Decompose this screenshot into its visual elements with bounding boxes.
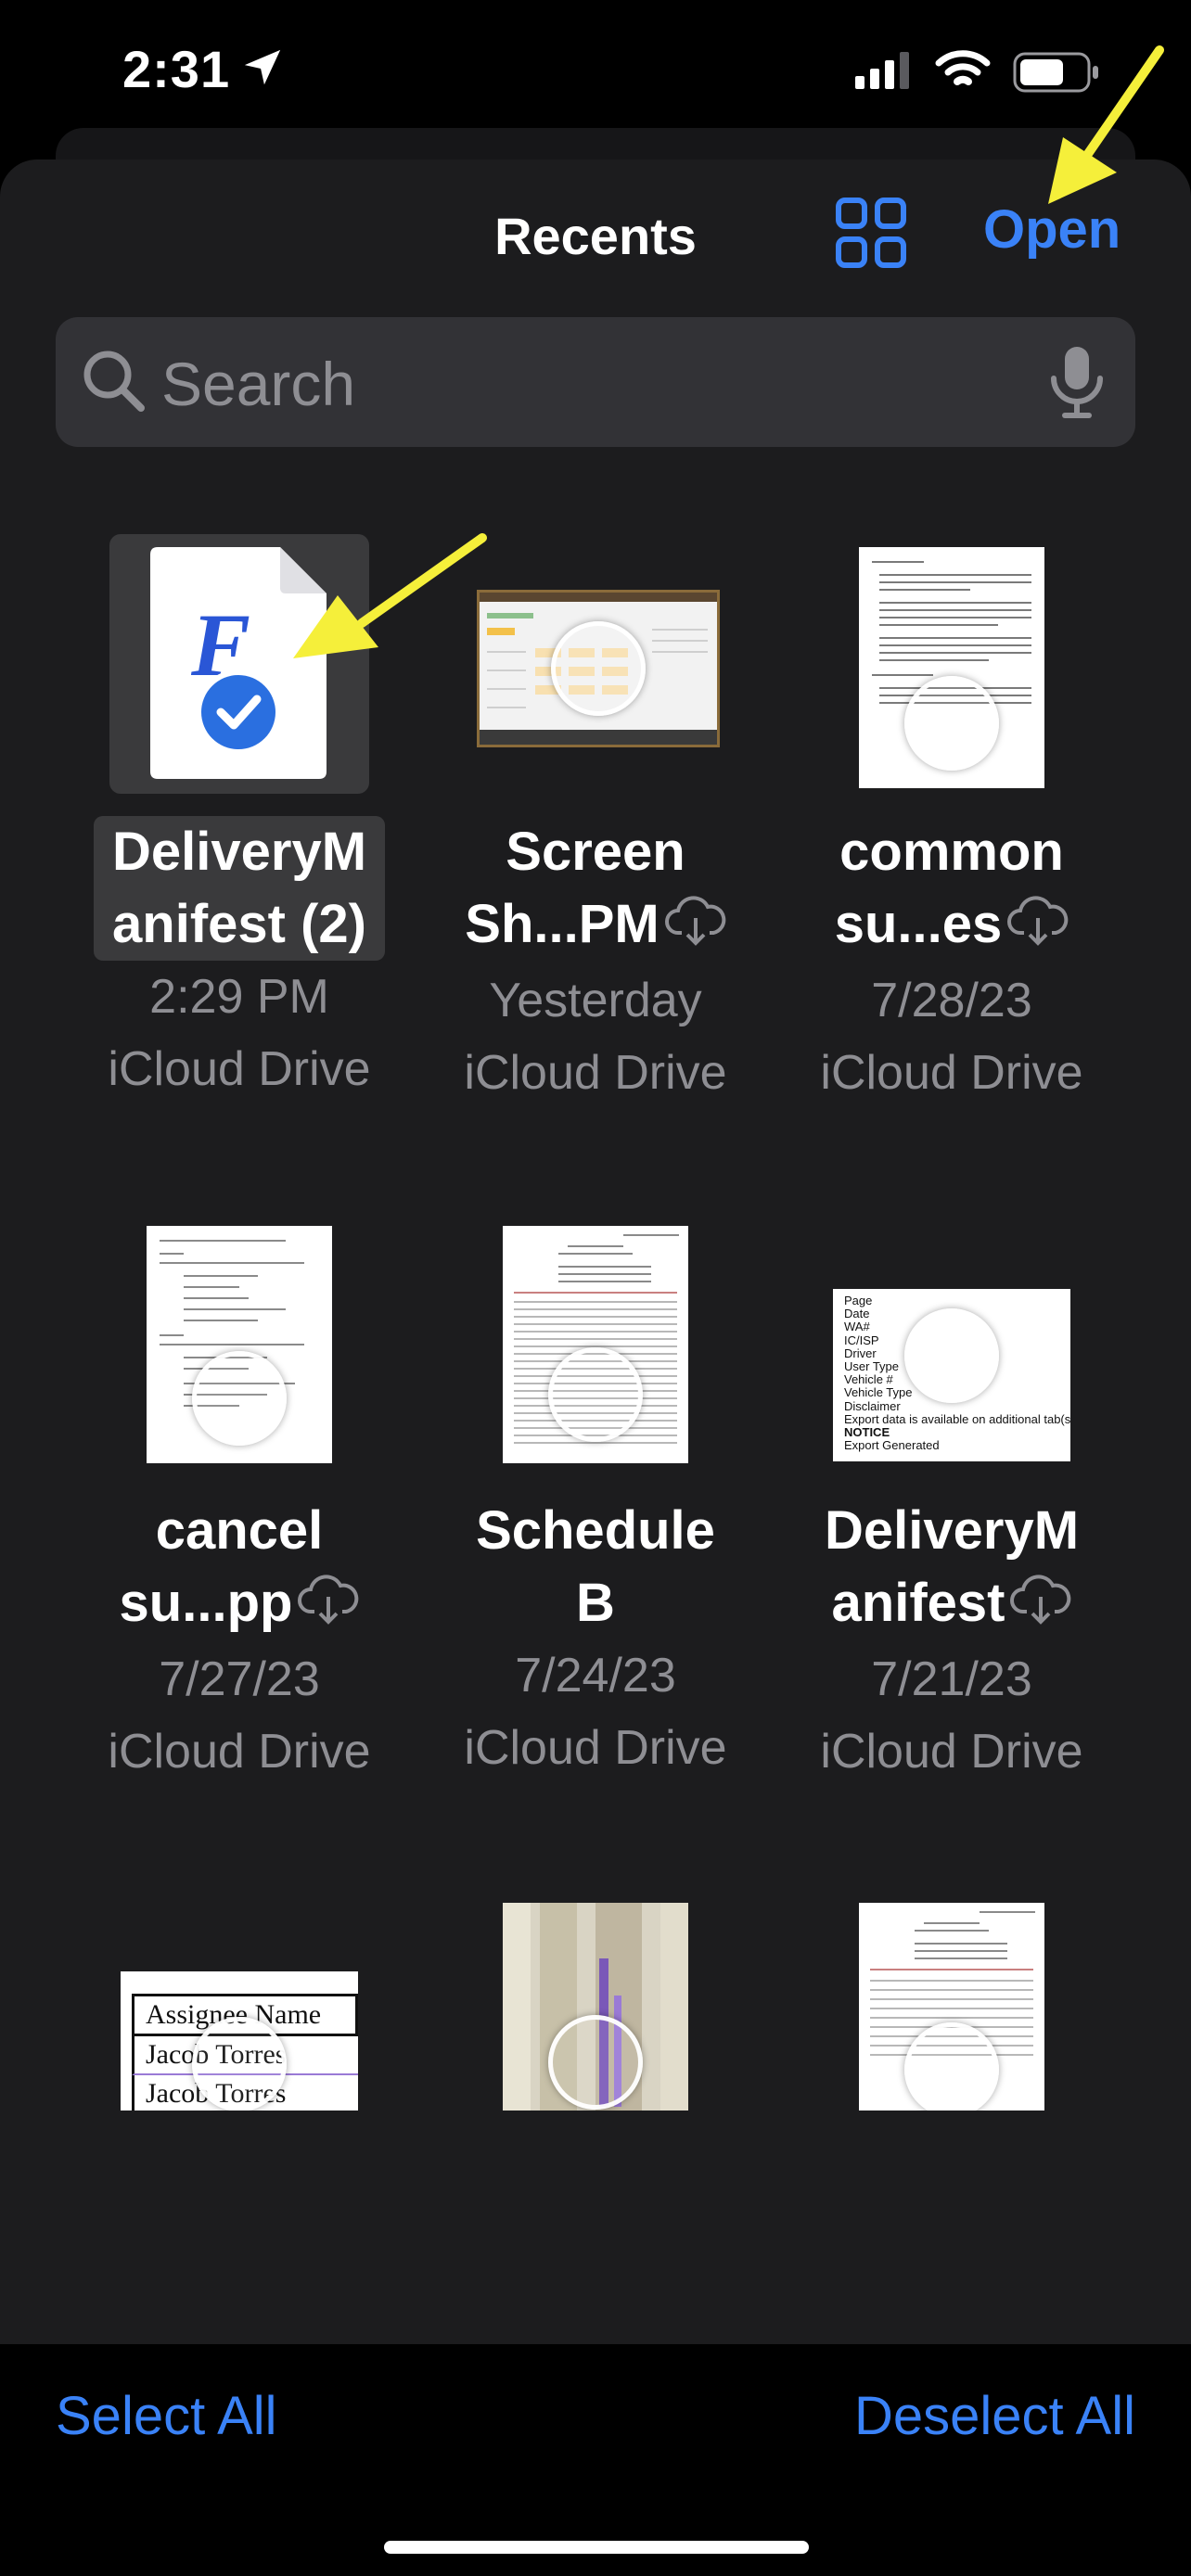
manifest-field: Export Generated <box>844 1438 940 1453</box>
file-date: 7/24/23 <box>515 1649 676 1702</box>
file-picker-sheet: Recents Open Search F DeliveryM anifest … <box>0 159 1191 2576</box>
file-name: Screen Sh...PM <box>419 816 772 964</box>
file-name: DeliveryM anifest (2) <box>93 816 386 961</box>
status-bar: 2:31 <box>0 0 1191 148</box>
file-name: DeliveryM anifest <box>775 1495 1128 1643</box>
loading-spinner <box>551 621 646 716</box>
file-item-screen-shot[interactable]: Screen Sh...PM Yesterday iCloud Drive <box>419 534 772 1109</box>
file-name-line1: cancel <box>155 1500 324 1561</box>
deselect-all-button[interactable]: Deselect All <box>854 2385 1135 2447</box>
file-thumbnail <box>503 1226 688 1463</box>
loading-spinner <box>904 1308 999 1403</box>
file-name: Schedule B <box>419 1495 772 1639</box>
file-item-deliverymanifest-2[interactable]: F DeliveryM anifest (2) 2:29 PM iCloud D… <box>63 534 416 1105</box>
file-name: common su...es <box>775 816 1128 964</box>
file-location: iCloud Drive <box>464 1045 727 1100</box>
file-thumbnail <box>147 1226 332 1463</box>
search-icon <box>80 347 148 420</box>
file-item-deliverymanifest[interactable]: Page Date WA# IC/ISP Driver User Type Ve… <box>775 1213 1128 1788</box>
file-location: iCloud Drive <box>464 1721 727 1775</box>
file-thumbnail-partial[interactable] <box>503 1903 688 2111</box>
file-thumbnail: F <box>150 547 327 779</box>
loading-spinner <box>548 2015 643 2110</box>
file-item-schedule-b[interactable]: Schedule B 7/24/23 iCloud Drive <box>419 1213 772 1784</box>
file-thumbnail: Page Date WA# IC/ISP Driver User Type Ve… <box>833 1289 1070 1461</box>
file-date: 7/27/23 <box>159 1651 320 1706</box>
file-date: 7/21/23 <box>871 1651 1032 1706</box>
file-name-line2: Sh...PM <box>465 894 660 954</box>
file-location: iCloud Drive <box>108 1042 371 1096</box>
grid-view-icon[interactable] <box>835 197 907 274</box>
file-name-line1: Screen <box>506 822 685 882</box>
file-item-cancel-su-pp[interactable]: cancel su...pp 7/27/23 iCloud Drive <box>63 1213 416 1788</box>
file-date: Yesterday <box>489 973 702 1027</box>
file-location: iCloud Drive <box>108 1724 371 1779</box>
cloud-download-icon[interactable] <box>1007 892 1069 964</box>
search-field[interactable]: Search <box>56 317 1135 447</box>
select-all-button[interactable]: Select All <box>56 2385 277 2447</box>
status-time: 2:31 <box>122 40 231 98</box>
manifest-field: NOTICE <box>844 1425 890 1440</box>
battery-icon <box>1013 52 1102 97</box>
manifest-field: Export data is available on additional t… <box>844 1411 1070 1426</box>
cloud-download-icon[interactable] <box>664 892 726 964</box>
home-indicator <box>384 2541 809 2554</box>
file-thumbnail <box>477 590 720 747</box>
file-item-common-su-es[interactable]: common su...es 7/28/23 iCloud Drive <box>775 534 1128 1109</box>
search-placeholder: Search <box>161 350 356 418</box>
cloud-download-icon[interactable] <box>1010 1571 1071 1643</box>
loading-spinner <box>192 1351 287 1446</box>
loading-spinner <box>548 1347 643 1442</box>
open-button[interactable]: Open <box>983 198 1121 261</box>
file-name-line2: anifest <box>831 1573 1005 1633</box>
microphone-icon[interactable] <box>1046 345 1108 424</box>
file-date: 2:29 PM <box>149 970 329 1024</box>
file-name-line2: anifest (2) <box>112 894 366 954</box>
file-name-line1: Schedule <box>476 1500 715 1561</box>
location-arrow-icon <box>241 46 284 94</box>
file-location: iCloud Drive <box>820 1724 1083 1779</box>
file-name-line1: common <box>839 822 1064 882</box>
file-location: iCloud Drive <box>820 1045 1083 1100</box>
cellular-signal-icon <box>855 52 913 94</box>
file-name-line1: DeliveryM <box>111 822 367 882</box>
file-name: cancel su...pp <box>63 1495 416 1643</box>
loading-spinner <box>192 2017 287 2111</box>
file-name-line1: DeliveryM <box>824 1500 1080 1561</box>
wifi-icon <box>935 48 991 94</box>
file-name-line2: su...pp <box>119 1573 293 1633</box>
cloud-download-icon[interactable] <box>298 1571 359 1643</box>
file-name-line2: B <box>576 1573 615 1633</box>
file-name-line2: su...es <box>834 894 1003 954</box>
file-thumbnail-partial[interactable] <box>859 1903 1044 2111</box>
file-thumbnail <box>859 547 1044 788</box>
loading-spinner <box>904 2022 999 2111</box>
manifest-field: Page <box>844 1294 873 1307</box>
file-date: 7/28/23 <box>871 973 1032 1027</box>
loading-spinner <box>904 676 999 771</box>
file-thumbnail-partial[interactable]: Assignee Name Jacob Torres Jacob Torres <box>121 1971 358 2111</box>
